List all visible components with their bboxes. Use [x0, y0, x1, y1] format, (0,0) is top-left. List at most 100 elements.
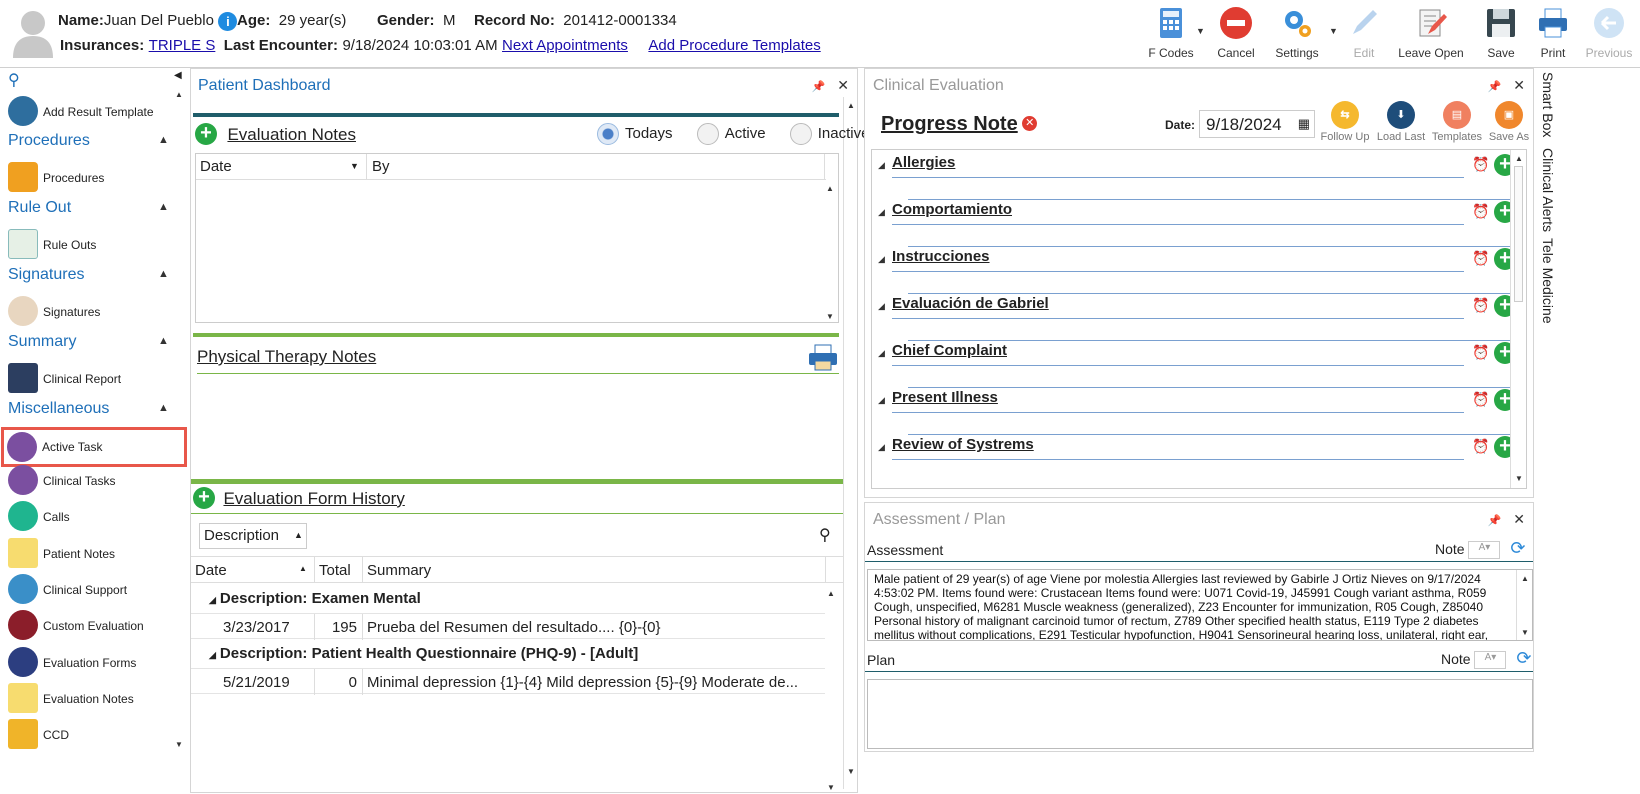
section-rule-out[interactable]: Rule Out ▲ — [8, 199, 169, 217]
add-procedure-templates-link[interactable]: Add Procedure Templates — [648, 37, 820, 54]
section-summary[interactable]: Summary ▲ — [8, 333, 169, 351]
evaluation-notes-grid: Date ▼ By ▲ ▼ — [195, 153, 839, 323]
edit-button[interactable]: Edit — [1346, 6, 1382, 60]
sidebar-item-evaluation-notes[interactable]: Evaluation Notes — [6, 681, 186, 717]
date-field[interactable]: 9/18/2024 ▦ — [1199, 110, 1315, 138]
sidebar-item-ccd[interactable]: CCD — [6, 717, 186, 753]
sidebar-item-add-result-template[interactable]: Add Result Template — [6, 94, 186, 130]
sidebar-item-evaluation-forms[interactable]: Evaluation Forms — [6, 645, 186, 681]
floppy-disk-icon — [1484, 6, 1518, 40]
save-button[interactable]: Save — [1480, 6, 1522, 60]
leave-open-button[interactable]: Leave Open — [1394, 6, 1468, 60]
sort-down-icon[interactable]: ▼ — [350, 161, 359, 171]
sidebar-item-rule-outs[interactable]: Rule Outs — [6, 227, 186, 263]
alarm-clock-icon[interactable]: ⏰ — [1472, 297, 1489, 314]
sort-up-icon[interactable]: ▲ — [299, 564, 307, 573]
calendar-icon[interactable]: ▦ — [1298, 116, 1310, 132]
column-summary[interactable]: Summary — [367, 562, 431, 579]
tab-tele-medicine[interactable]: Tele Medicine — [1540, 238, 1556, 324]
close-icon[interactable]: ✕ — [1513, 77, 1525, 93]
templates-button[interactable]: ▤ Templates — [1431, 101, 1483, 143]
assessment-textarea[interactable]: Male patient of 29 year(s) of age Viene … — [867, 569, 1533, 641]
previous-button[interactable]: Previous — [1582, 6, 1636, 60]
group-by-select[interactable]: Description ▲ — [199, 523, 307, 549]
save-as-button[interactable]: ▣ Save As — [1485, 101, 1533, 143]
chevron-up-icon[interactable]: ▲ — [158, 268, 169, 280]
column-date[interactable]: Date — [195, 562, 227, 579]
tab-smart-box[interactable]: Smart Box — [1540, 72, 1556, 137]
pin-icon[interactable]: 📌 — [1488, 515, 1502, 527]
sidebar-item-patient-notes[interactable]: Patient Notes — [6, 536, 186, 572]
chevron-up-icon[interactable]: ▲ — [158, 335, 169, 347]
chevron-up-icon[interactable]: ▲ — [158, 134, 169, 146]
load-last-button[interactable]: ⬇ Load Last — [1375, 101, 1427, 143]
section-miscellaneous[interactable]: Miscellaneous ▲ — [8, 400, 169, 418]
plan-textarea[interactable] — [867, 679, 1533, 749]
table-row[interactable]: 3/23/2017 195 Prueba del Resumen del res… — [191, 613, 825, 640]
add-evaluation-note-icon[interactable]: + — [195, 123, 217, 145]
sidebar-item-clinical-tasks[interactable]: Clinical Tasks — [6, 463, 186, 499]
pin-icon[interactable]: 📌 — [812, 81, 826, 93]
sections-scrollbar[interactable]: ▲ ▼ — [1510, 150, 1526, 488]
column-date[interactable]: Date — [200, 158, 232, 175]
close-icon[interactable]: ✕ — [837, 77, 849, 93]
printer-icon[interactable] — [807, 343, 839, 376]
note-type-select[interactable]: A▾ — [1474, 651, 1507, 670]
info-icon[interactable]: i — [218, 12, 238, 31]
forms-icon — [8, 647, 38, 677]
note-type-select[interactable]: A▾ — [1468, 541, 1501, 560]
chevron-up-icon[interactable]: ▲ — [158, 402, 169, 414]
sidebar-item-procedures[interactable]: Procedures — [6, 160, 186, 196]
f-codes-button[interactable]: F Codes — [1140, 6, 1202, 60]
tab-clinical-alerts[interactable]: Clinical Alerts — [1540, 148, 1556, 232]
physical-therapy-notes-title[interactable]: Physical Therapy Notes — [197, 347, 376, 367]
save-icon: ▣ — [1495, 101, 1523, 129]
chevron-down-icon[interactable]: ▼ — [1196, 26, 1205, 36]
insurance-link[interactable]: TRIPLE S — [149, 37, 216, 54]
cancel-button[interactable]: Cancel — [1212, 6, 1260, 60]
table-group-row[interactable]: ◢ Description: Patient Health Questionnai… — [209, 645, 638, 662]
refresh-icon[interactable]: ⟳ — [1516, 648, 1531, 668]
collapse-sidebar-icon[interactable]: ◀ — [174, 70, 182, 81]
inactive-radio[interactable] — [789, 123, 812, 145]
chevron-up-icon[interactable]: ▲ — [158, 201, 169, 213]
alarm-clock-icon[interactable]: ⏰ — [1472, 250, 1489, 267]
sidebar-item-clinical-support[interactable]: Clinical Support — [6, 572, 186, 608]
search-icon[interactable]: ⚲ — [819, 525, 831, 545]
table-group-row[interactable]: ◢ Description: Examen Mental — [209, 590, 421, 607]
evaluation-form-history-title[interactable]: Evaluation Form History — [223, 489, 404, 508]
sidebar-item-signatures[interactable]: Signatures — [6, 294, 186, 330]
todays-radio[interactable] — [597, 123, 619, 145]
section-procedures[interactable]: Procedures ▲ — [8, 132, 169, 150]
evaluation-notes-title[interactable]: Evaluation Notes — [227, 125, 356, 144]
folder-icon — [8, 719, 38, 749]
print-button[interactable]: Print — [1532, 6, 1574, 60]
table-row[interactable]: 5/21/2019 0 Minimal depression {1}-{4} M… — [191, 668, 825, 695]
chevron-down-icon[interactable]: ▼ — [1329, 26, 1338, 36]
remove-note-icon[interactable]: ✕ — [1022, 116, 1038, 131]
sidebar-item-custom-evaluation[interactable]: Custom Evaluation — [6, 608, 186, 644]
alarm-clock-icon[interactable]: ⏰ — [1472, 156, 1489, 173]
settings-button[interactable]: Settings — [1270, 6, 1324, 60]
add-form-history-icon[interactable]: + — [193, 487, 215, 509]
next-appointments-link[interactable]: Next Appointments — [502, 37, 628, 54]
refresh-icon[interactable]: ⟳ — [1510, 538, 1525, 558]
search-icon[interactable]: ⚲ — [8, 70, 20, 90]
active-radio[interactable] — [696, 123, 719, 145]
alarm-clock-icon[interactable]: ⏰ — [1472, 203, 1489, 220]
section-signatures[interactable]: Signatures ▲ — [8, 266, 169, 284]
clinical-evaluation-panel: Clinical Evaluation 📌 ✕ Progress Note ✕ D… — [864, 68, 1534, 498]
alarm-clock-icon[interactable]: ⏰ — [1472, 438, 1489, 455]
close-icon[interactable]: ✕ — [1513, 511, 1525, 527]
dashboard-scrollbar[interactable]: ▲ ▼ — [843, 97, 857, 789]
sidebar-item-active-task[interactable]: Active Task — [1, 427, 187, 467]
sidebar-item-clinical-report[interactable]: Clinical Report — [6, 361, 186, 397]
sidebar-item-calls[interactable]: Calls — [6, 499, 186, 535]
column-total[interactable]: Total — [319, 562, 351, 579]
follow-up-button[interactable]: ⇆ Follow Up — [1319, 101, 1371, 143]
swap-icon: ⇆ — [1331, 101, 1359, 129]
column-by[interactable]: By — [372, 158, 390, 175]
alarm-clock-icon[interactable]: ⏰ — [1472, 391, 1489, 408]
pin-icon[interactable]: 📌 — [1488, 81, 1502, 93]
alarm-clock-icon[interactable]: ⏰ — [1472, 344, 1489, 361]
